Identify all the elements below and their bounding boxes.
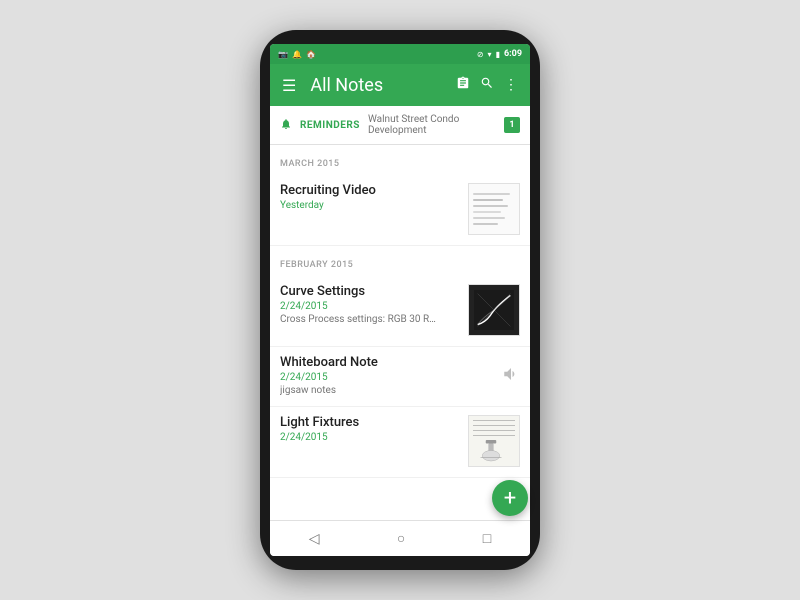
status-icon-camera: 📷 (278, 50, 288, 59)
thumb-curve (469, 285, 519, 335)
toolbar: ☰ All Notes ⋮ (270, 64, 530, 106)
audio-icon (502, 365, 520, 387)
thumb-line (473, 199, 503, 201)
status-icon-battery: ▮ (496, 50, 500, 59)
note-item-whiteboard-note[interactable]: Whiteboard Note 2/24/2015 jigsaw notes (270, 347, 530, 407)
thumb-fixture-line (473, 430, 515, 431)
note-title: Curve Settings (280, 284, 460, 299)
status-icon-notif: 🔔 (292, 50, 302, 59)
reminder-badge: 1 (504, 117, 520, 133)
note-item-curve-settings[interactable]: Curve Settings 2/24/2015 Cross Process s… (270, 276, 530, 347)
note-excerpt: Cross Process settings: RGB 30 Red: 42 B… (280, 314, 440, 325)
status-icon-signal: ⊘ (477, 50, 484, 59)
new-note-icon[interactable] (456, 76, 470, 94)
note-date: 2/24/2015 (280, 301, 460, 312)
thumb-line (473, 211, 501, 213)
menu-icon[interactable]: ☰ (282, 76, 296, 95)
fab-add-button[interactable]: + (492, 480, 528, 516)
note-thumbnail-fixture (468, 415, 520, 467)
thumb-fixture-line (473, 425, 515, 426)
thumb-fixture-line (473, 420, 515, 421)
note-content: Recruiting Video Yesterday (280, 183, 460, 213)
reminder-text: Walnut Street Condo Development (368, 114, 496, 136)
note-thumbnail-curve (468, 284, 520, 336)
nav-recents-icon[interactable]: □ (483, 530, 491, 547)
content-area: REMINDERS Walnut Street Condo Developmen… (270, 106, 530, 520)
note-item-light-fixtures[interactable]: Light Fixtures 2/24/2015 (270, 407, 530, 478)
note-title: Whiteboard Note (280, 355, 494, 370)
status-icon-wifi: ▾ (488, 50, 492, 59)
section-header-march: MARCH 2015 (270, 145, 530, 175)
status-bar: 📷 🔔 🏠 ⊘ ▾ ▮ 6:09 (270, 44, 530, 64)
status-bar-left: 📷 🔔 🏠 (278, 50, 316, 59)
thumb-fixture-line (473, 435, 515, 436)
note-thumbnail-handwriting (468, 183, 520, 235)
nav-back-icon[interactable]: ◁ (309, 531, 320, 547)
thumb-line (473, 217, 505, 219)
note-item-recruiting-video[interactable]: Recruiting Video Yesterday (270, 175, 530, 246)
note-date: 2/24/2015 (280, 432, 460, 443)
phone-screen: 📷 🔔 🏠 ⊘ ▾ ▮ 6:09 ☰ All Notes (270, 44, 530, 556)
search-icon[interactable] (480, 76, 494, 94)
reminder-label: REMINDERS (300, 120, 360, 131)
thumb-handwriting (469, 184, 519, 234)
toolbar-actions: ⋮ (456, 76, 518, 94)
thumb-line (473, 193, 510, 195)
toolbar-title: All Notes (310, 75, 456, 96)
phone-device: 📷 🔔 🏠 ⊘ ▾ ▮ 6:09 ☰ All Notes (260, 30, 540, 570)
status-bar-right: ⊘ ▾ ▮ 6:09 (477, 49, 522, 59)
note-content: Light Fixtures 2/24/2015 (280, 415, 460, 445)
note-date: 2/24/2015 (280, 372, 494, 383)
status-icon-home: 🏠 (306, 50, 316, 59)
note-content: Curve Settings 2/24/2015 Cross Process s… (280, 284, 460, 325)
note-title: Recruiting Video (280, 183, 460, 198)
note-title: Light Fixtures (280, 415, 460, 430)
more-icon[interactable]: ⋮ (504, 77, 518, 93)
nav-home-icon[interactable]: ○ (397, 530, 405, 547)
section-header-february: FEBRUARY 2015 (270, 246, 530, 276)
note-date: Yesterday (280, 200, 460, 211)
thumb-line (473, 205, 508, 207)
status-time: 6:09 (504, 49, 522, 59)
reminder-bell-icon (280, 118, 292, 133)
note-excerpt: jigsaw notes (280, 385, 440, 396)
note-content: Whiteboard Note 2/24/2015 jigsaw notes (280, 355, 494, 396)
nav-bar: ◁ ○ □ (270, 520, 530, 556)
thumb-line (473, 223, 498, 225)
thumb-fixture (469, 416, 519, 466)
reminder-banner[interactable]: REMINDERS Walnut Street Condo Developmen… (270, 106, 530, 145)
